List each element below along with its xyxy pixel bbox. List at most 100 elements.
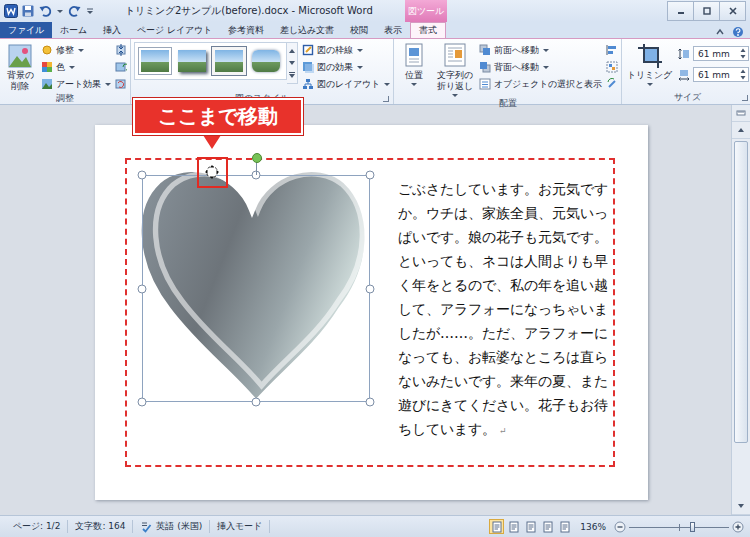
scroll-up-icon[interactable] [288, 47, 296, 55]
redo-icon[interactable] [68, 4, 82, 18]
crop-button[interactable]: トリミング [625, 42, 674, 86]
style-command[interactable]: 図のレイアウト [302, 76, 390, 92]
resize-handle[interactable] [138, 398, 147, 407]
status-item[interactable]: ページ: 1/2 [6, 520, 68, 533]
ribbon-tab[interactable]: 表示 [376, 22, 410, 38]
gallery-more-icon[interactable] [288, 71, 296, 79]
ribbon-tab[interactable]: 書式 [410, 22, 446, 38]
word-logo-icon[interactable] [4, 4, 18, 18]
help-icon[interactable] [732, 26, 744, 38]
web-view-button[interactable] [523, 519, 538, 534]
text-line: か。ウチは、家族全員、元気いっ [398, 201, 608, 225]
save-icon[interactable] [21, 4, 35, 18]
compress-pictures-icon[interactable] [115, 44, 127, 56]
outline-view-button[interactable] [540, 519, 555, 534]
picture-style-thumbnail[interactable] [212, 46, 246, 76]
zoom-thumb[interactable] [690, 522, 695, 532]
size-input[interactable]: 61 mm [693, 67, 749, 82]
window-controls [668, 1, 750, 21]
change-picture-icon[interactable] [115, 61, 127, 73]
ruler-button[interactable] [732, 105, 750, 122]
rotation-handle[interactable] [252, 153, 262, 163]
arrange-command[interactable]: 前面へ移動 [479, 42, 602, 58]
draft-view-button[interactable] [557, 519, 572, 534]
zoom-out-icon[interactable] [614, 521, 626, 533]
command-label: 前面へ移動 [494, 44, 539, 57]
body-text[interactable]: ごぶさたしています。お元気ですか。ウチは、家族全員、元気いっぱいです。娘の花子も… [398, 175, 608, 465]
print-view-button[interactable] [489, 519, 504, 534]
resize-handle[interactable] [252, 398, 261, 407]
ribbon-tab[interactable]: 差し込み文書 [272, 22, 342, 38]
size-value: 61 mm [694, 49, 738, 59]
style-command[interactable]: 図の効果 [302, 59, 390, 75]
scroll-up-button[interactable] [732, 122, 750, 139]
zoom-track[interactable] [629, 521, 729, 533]
dialog-launcher[interactable] [383, 96, 389, 102]
dialog-launcher[interactable] [742, 95, 748, 101]
ribbon-tab[interactable]: 校閲 [342, 22, 376, 38]
heart-photo [132, 161, 372, 409]
callout-box: ここまで移動 [133, 98, 303, 135]
resize-handle[interactable] [138, 284, 147, 293]
adjust-command[interactable]: 色 [41, 59, 111, 75]
dropdown-icon[interactable] [55, 6, 65, 16]
customize-icon[interactable] [85, 6, 95, 16]
resize-handle[interactable] [138, 171, 147, 180]
spin-up-icon[interactable] [740, 47, 746, 53]
style-command[interactable]: 図の枠線 [302, 42, 390, 58]
rotate-icon[interactable] [606, 78, 618, 90]
status-item[interactable]: 英語 (米国) [133, 520, 210, 533]
size-input[interactable]: 61 mm [693, 46, 749, 61]
ribbon-tab[interactable]: ホーム [52, 22, 95, 38]
resize-handle[interactable] [366, 171, 375, 180]
reset-picture-icon[interactable] [115, 78, 127, 90]
ribbon-tab[interactable]: ファイル [0, 22, 52, 38]
group-icon[interactable] [606, 61, 618, 73]
spinner[interactable] [738, 47, 748, 60]
scroll-thumb[interactable] [734, 141, 748, 443]
text-line: ぱいです。娘の花子も元気です。 [398, 225, 608, 249]
gallery-scroll [287, 42, 298, 84]
remove-background-button[interactable]: 背景の削除 [3, 42, 37, 92]
target-highlight [197, 157, 228, 188]
scroll-down-button[interactable] [732, 498, 750, 515]
picture-style-thumbnail[interactable] [249, 46, 283, 76]
ribbon-tab[interactable]: ページ レイアウト [129, 22, 220, 38]
picture-style-thumbnail[interactable] [138, 46, 172, 76]
ribbon-tab[interactable]: 挿入 [95, 22, 129, 38]
status-item[interactable]: 挿入モード [210, 520, 270, 533]
button-label: トリミング [627, 70, 672, 81]
callout: ここまで移動 [133, 98, 303, 149]
minimize-button[interactable] [667, 1, 694, 21]
adjust-command[interactable]: 修整 [41, 42, 111, 58]
close-button[interactable] [719, 1, 746, 21]
command-label: 色 [56, 61, 65, 74]
arrange-command[interactable]: 背面へ移動 [479, 59, 602, 75]
collapse-ribbon-icon[interactable] [714, 26, 726, 38]
ribbon-tab[interactable]: 参考資料 [220, 22, 272, 38]
align-icon[interactable] [606, 44, 618, 56]
adjust-command[interactable]: アート効果 [41, 76, 111, 92]
spin-down-icon[interactable] [740, 54, 746, 60]
scroll-track[interactable] [732, 445, 750, 498]
spinner[interactable] [738, 68, 748, 81]
picture-style-thumbnail[interactable] [175, 46, 209, 76]
command-label: 図の枠線 [317, 44, 353, 57]
spin-down-icon[interactable] [740, 75, 746, 81]
maximize-button[interactable] [693, 1, 720, 21]
bring-forward-icon [479, 44, 491, 56]
dropdown-arrow [78, 49, 84, 52]
undo-icon[interactable] [38, 4, 52, 18]
resize-handle[interactable] [366, 284, 375, 293]
wrap-text-button[interactable]: 文字列の折り返し [435, 42, 475, 97]
reading-view-button[interactable] [506, 519, 521, 534]
zoom-level[interactable]: 136% [572, 522, 614, 532]
scroll-down-icon[interactable] [288, 59, 296, 67]
position-button[interactable]: 位置 [397, 42, 431, 86]
resize-handle[interactable] [366, 398, 375, 407]
zoom-in-icon[interactable] [732, 521, 744, 533]
spin-up-icon[interactable] [740, 68, 746, 74]
heart-picture[interactable] [142, 175, 370, 402]
status-item[interactable]: 文字数: 164 [68, 520, 133, 533]
arrange-command[interactable]: オブジェクトの選択と表示 [479, 76, 602, 92]
